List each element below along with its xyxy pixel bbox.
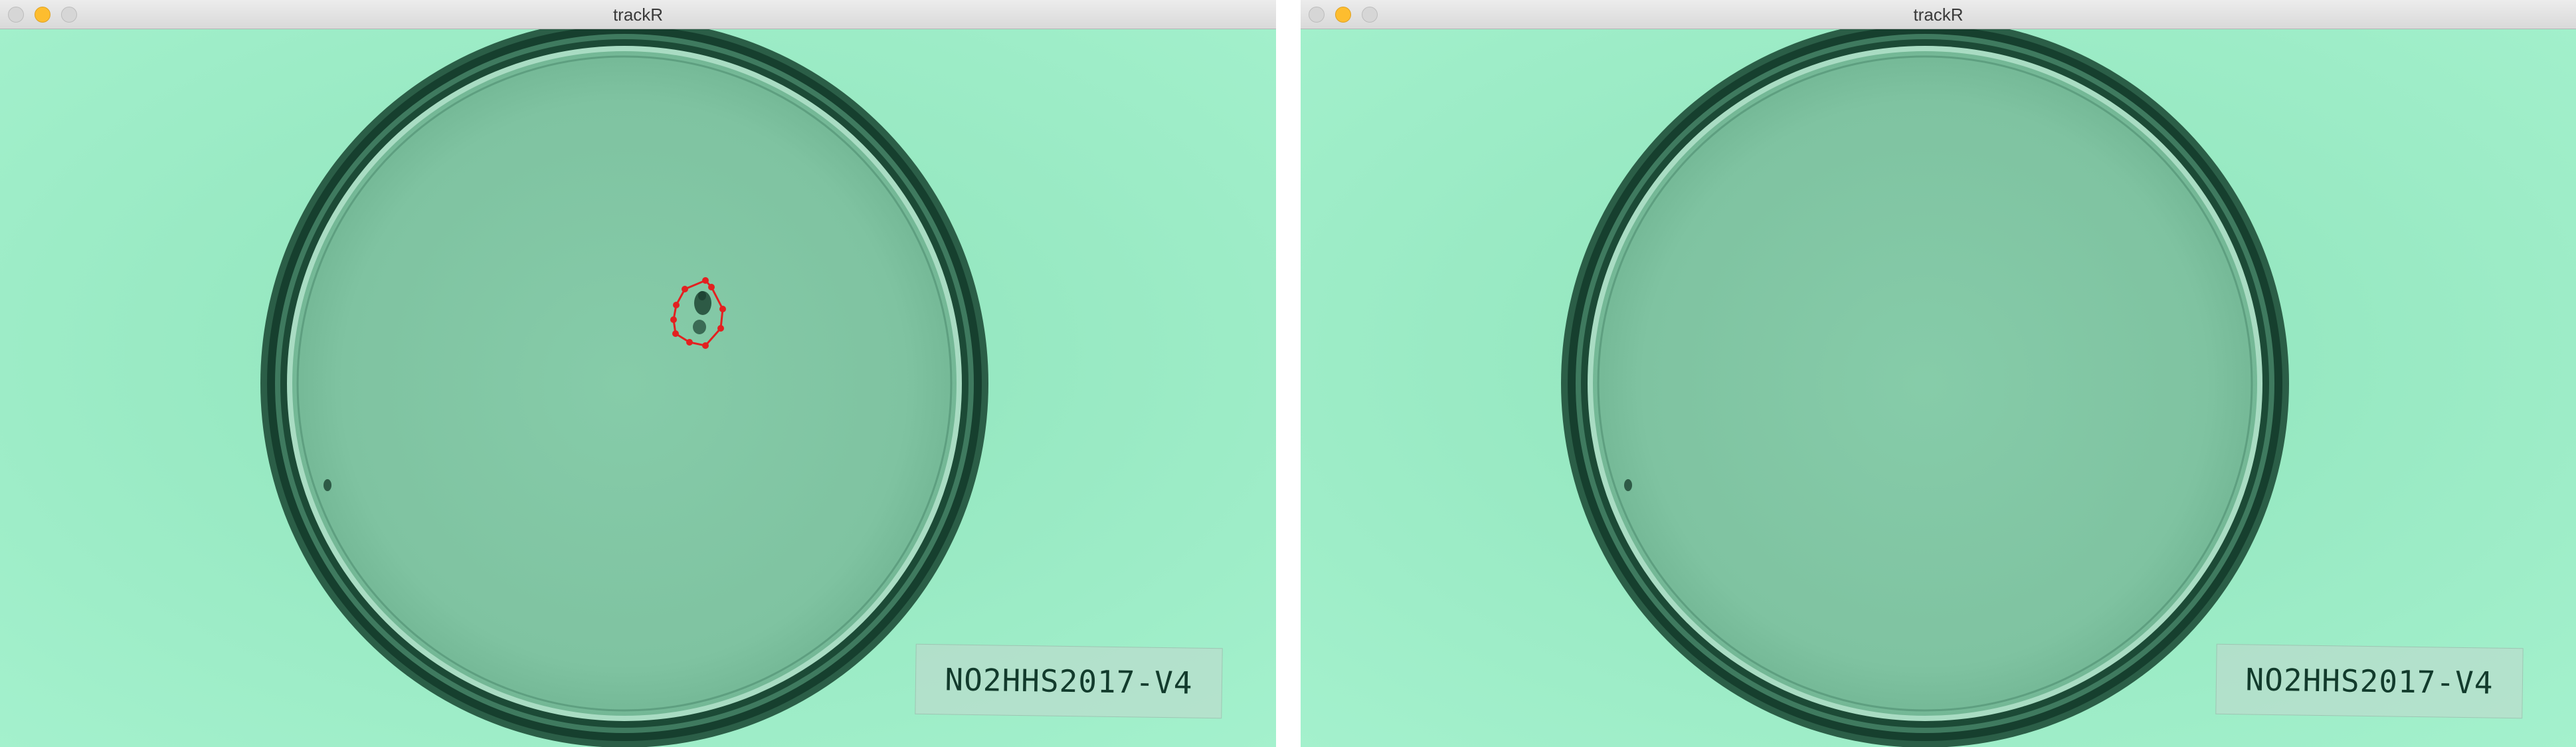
dish-label: NO2HHS2017-V4: [945, 661, 1193, 701]
petri-dish: [1561, 29, 2289, 747]
window-title: trackR: [612, 5, 664, 25]
video-frame[interactable]: NO2HHS2017-V4: [1301, 29, 2576, 747]
petri-dish: [260, 29, 988, 747]
window-title: trackR: [1913, 5, 1964, 25]
debris-spot: [323, 479, 331, 491]
dish-label-card: NO2HHS2017-V4: [2215, 643, 2524, 719]
video-canvas: [0, 29, 1276, 747]
trackr-window-left: trackR NO2HHS2017-V4: [0, 0, 1276, 747]
title-bar[interactable]: trackR: [1301, 0, 2576, 29]
dish-label: NO2HHS2017-V4: [2245, 661, 2494, 701]
video-canvas: [1301, 29, 2576, 747]
dish-label-card: NO2HHS2017-V4: [915, 643, 1223, 719]
debris-spot: [1624, 479, 1632, 491]
trackr-window-right: trackR NO2HHS2017-V4: [1301, 0, 2576, 747]
title-bar[interactable]: trackR: [0, 0, 1276, 29]
video-frame[interactable]: NO2HHS2017-V4: [0, 29, 1276, 747]
